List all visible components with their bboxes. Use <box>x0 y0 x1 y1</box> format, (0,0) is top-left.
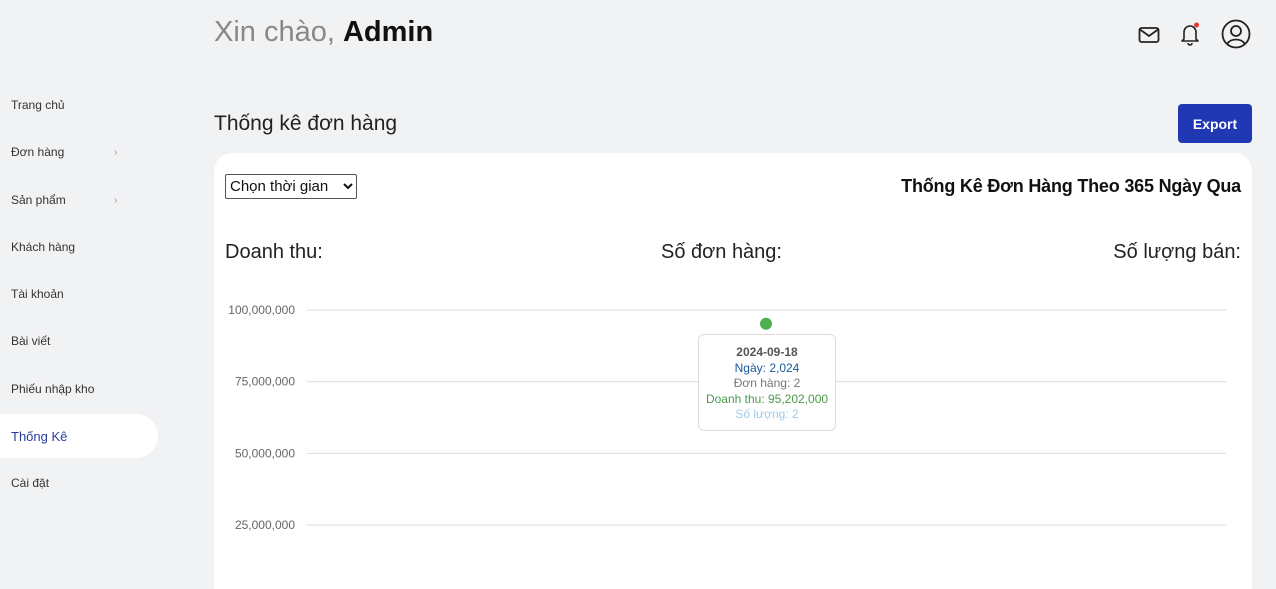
user-circle-icon[interactable] <box>1220 18 1252 50</box>
sidebar-item-stock-receipts[interactable]: Phiếu nhập kho <box>0 367 158 411</box>
sidebar-item-label: Bài viết <box>11 334 51 348</box>
tooltip-date: 2024-09-18 <box>736 345 798 359</box>
tooltip-quantity: Số lượng: 2 <box>735 407 799 421</box>
tooltip-day: Ngày: 2,024 <box>734 360 800 375</box>
sidebar-item-accounts[interactable]: Tài khoản <box>0 272 158 316</box>
sidebar-item-customers[interactable]: Khách hàng <box>0 225 158 269</box>
sidebar-item-label: Khách hàng <box>11 240 76 254</box>
chevron-right-icon: › <box>114 194 118 206</box>
page-title: Thống kê đơn hàng <box>214 112 398 135</box>
notification-dot <box>1194 22 1199 28</box>
y-tick-label: 100,000,000 <box>228 303 295 317</box>
greeting-name: Admin <box>342 16 434 48</box>
sidebar-item-label: Thống Kê <box>11 428 68 444</box>
tooltip-revenue: Doanh thu: 95,202,000 <box>705 391 829 406</box>
chart-tooltip: 2024-09-18 Ngày: 2,024 Đơn hàng: 2 Doanh… <box>698 334 836 431</box>
sidebar: Trang chủ Đơn hàng › Sản phẩm › Khách hà… <box>0 0 160 589</box>
sidebar-item-statistics[interactable]: Thống Kê <box>0 414 158 458</box>
sidebar-item-posts[interactable]: Bài viết <box>0 319 158 363</box>
bell-icon[interactable] <box>1178 20 1202 48</box>
sidebar-item-orders[interactable]: Đơn hàng › <box>0 130 158 174</box>
sidebar-item-label: Phiếu nhập kho <box>11 382 95 396</box>
sidebar-item-label: Đơn hàng <box>11 145 65 159</box>
greeting: Xin chào, Admin <box>214 16 433 49</box>
stats-card: Chọn thời gian Thống Kê Đơn Hàng Theo 36… <box>214 153 1252 589</box>
y-tick-label: 50,000,000 <box>235 446 295 460</box>
sidebar-item-label: Trang chủ <box>11 98 65 112</box>
mail-icon[interactable] <box>1137 24 1161 46</box>
greeting-prefix: Xin chào, <box>214 16 335 48</box>
sidebar-item-settings[interactable]: Cài đặt <box>0 461 158 505</box>
chevron-right-icon: › <box>114 146 118 158</box>
sidebar-item-home[interactable]: Trang chủ <box>0 83 158 127</box>
sidebar-item-products[interactable]: Sản phẩm › <box>0 178 158 222</box>
y-tick-label: 25,000,000 <box>235 518 295 532</box>
data-point[interactable] <box>760 317 772 330</box>
tooltip-orders: Đơn hàng: 2 <box>733 376 801 390</box>
sidebar-item-label: Tài khoản <box>11 287 64 301</box>
sidebar-item-label: Cài đặt <box>11 476 50 490</box>
sidebar-item-label: Sản phẩm <box>11 193 66 207</box>
export-button[interactable]: Export <box>1178 104 1252 143</box>
y-tick-label: 75,000,000 <box>235 375 295 389</box>
